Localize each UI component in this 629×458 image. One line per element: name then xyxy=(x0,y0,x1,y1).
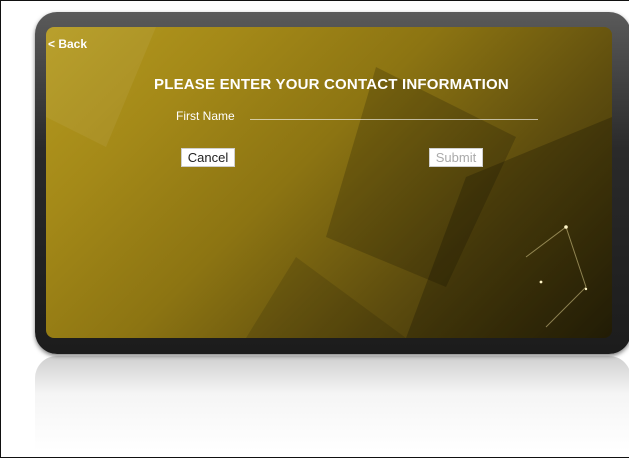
background-shapes xyxy=(46,27,612,338)
cancel-button[interactable]: Cancel xyxy=(181,148,235,167)
first-name-label: First Name xyxy=(176,109,235,123)
submit-button[interactable]: Submit xyxy=(429,148,483,167)
tablet-device: < Back PLEASE ENTER YOUR CONTACT INFORMA… xyxy=(35,12,629,354)
form-title: PLEASE ENTER YOUR CONTACT INFORMATION xyxy=(154,76,509,93)
device-reflection xyxy=(35,356,629,451)
tablet-screen: < Back PLEASE ENTER YOUR CONTACT INFORMA… xyxy=(46,27,612,338)
back-link[interactable]: < Back xyxy=(48,37,87,51)
first-name-input[interactable] xyxy=(250,103,538,120)
